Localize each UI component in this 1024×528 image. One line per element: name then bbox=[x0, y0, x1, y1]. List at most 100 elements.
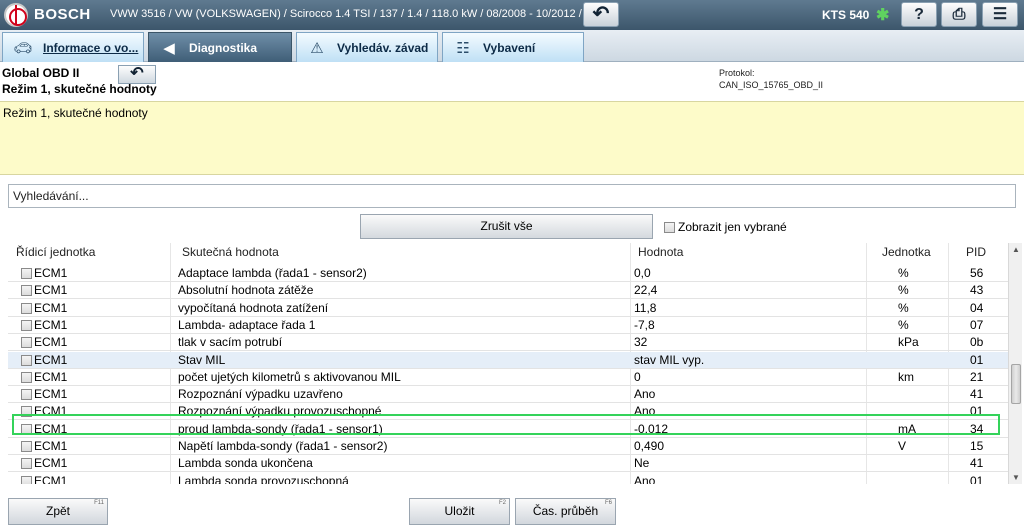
back-button[interactable]: Zpět F11 bbox=[8, 498, 108, 525]
cell-ecu: ECM1 bbox=[34, 369, 68, 384]
tab-label: Vybavení bbox=[483, 40, 536, 55]
scroll-thumb[interactable] bbox=[1011, 364, 1021, 404]
cell-name: Napětí lambda-sondy (řada1 - sensor2) bbox=[178, 439, 388, 453]
table-row[interactable]: ECM1 Napětí lambda-sondy (řada1 - sensor2… bbox=[8, 438, 1008, 455]
column-header-ecu[interactable]: Řídicí jednotka bbox=[16, 245, 95, 259]
table-row[interactable]: ECM1 Lambda sonda ukončena Ne 41 bbox=[8, 455, 1008, 473]
table-row[interactable]: ECM1 Rozpoznání výpadku provozuschopné Ano… bbox=[8, 403, 1008, 421]
cell-value: 11,8 bbox=[634, 300, 657, 315]
cell-pid: 41 bbox=[970, 387, 984, 402]
row-checkbox[interactable] bbox=[21, 337, 32, 349]
top-bar: BOSCH VWW 3516 / VW (VOLKSWAGEN) / Sciro… bbox=[0, 0, 1024, 30]
cell-unit: V bbox=[898, 439, 907, 453]
tab-vehicle-info[interactable]: 🚗︎ Informace o vo... bbox=[2, 32, 144, 62]
table-row[interactable]: ECM1 Lambda sonda provozuschopná Ano 01 bbox=[8, 473, 1008, 484]
tab-equipment[interactable]: ☷ Vybavení bbox=[442, 32, 584, 62]
cell-unit: % bbox=[898, 283, 909, 298]
protocol-value: CAN_ISO_15765_OBD_II bbox=[719, 80, 824, 90]
save-key-hint: F2 bbox=[498, 500, 506, 506]
table-row[interactable]: ECM1 počet ujetých kilometrů s aktivovano… bbox=[8, 369, 1008, 386]
row-checkbox[interactable] bbox=[21, 319, 32, 331]
cell-pid: 15 bbox=[970, 439, 984, 453]
cell-ecu: ECM1 bbox=[34, 352, 68, 367]
tab-label: Vyhledáv. závad bbox=[337, 40, 429, 55]
fault-search-icon: ⚠ bbox=[310, 39, 324, 57]
cell-ecu: ECM1 bbox=[34, 266, 68, 280]
row-checkbox[interactable] bbox=[21, 354, 32, 366]
tab-bar: 🚗︎ Informace o vo... ◀ Diagnostika ⚠ Vyh… bbox=[0, 30, 1024, 62]
cell-ecu: ECM1 bbox=[34, 404, 68, 419]
cell-value: 22,4 bbox=[634, 283, 658, 298]
cell-value: Ano bbox=[634, 404, 656, 419]
table-row[interactable]: ECM1 Rozpoznání výpadku uzavřeno Ano 41 bbox=[8, 386, 1008, 404]
cell-unit: % bbox=[898, 317, 909, 332]
row-checkbox[interactable] bbox=[21, 458, 32, 470]
cell-ecu: ECM1 bbox=[34, 439, 68, 453]
tab-fault-search[interactable]: ⚠ Vyhledáv. závad bbox=[296, 32, 438, 62]
table-row[interactable]: ECM1 proud lambda-sondy (řada1 - sensor1)… bbox=[8, 421, 1008, 438]
cell-ecu: ECM1 bbox=[34, 317, 68, 332]
bosch-logo-icon bbox=[4, 3, 28, 27]
save-button-label: Uložit bbox=[444, 504, 475, 518]
show-selected-toggle[interactable]: Zobrazit jen vybrané bbox=[664, 220, 787, 234]
scroll-up-icon[interactable]: ▲ bbox=[1009, 243, 1023, 256]
table-row[interactable]: ECM1 vypočítaná hodnota zatížení 11,8% 04 bbox=[8, 300, 1008, 317]
scroll-down-icon[interactable]: ▼ bbox=[1009, 471, 1023, 484]
table-row[interactable]: ECM1 Absolutní hodnota zátěže 22,4% 43 bbox=[8, 282, 1008, 300]
bluetooth-icon: ✱ bbox=[876, 7, 890, 24]
menu-button[interactable]: ☰ bbox=[982, 2, 1018, 27]
cell-pid: 01 bbox=[970, 404, 984, 419]
table-row[interactable]: ECM1 Stav MIL stav MIL vyp. 01 bbox=[8, 351, 1008, 369]
cell-value: -0,012 bbox=[634, 421, 669, 436]
diagnostic-plug-icon: ◀ bbox=[163, 39, 175, 57]
page-title: Global OBD II bbox=[2, 66, 80, 80]
timeline-button-label: Čas. průběh bbox=[532, 504, 599, 518]
back-key-hint: F11 bbox=[94, 500, 104, 506]
row-checkbox[interactable] bbox=[21, 371, 32, 383]
row-checkbox[interactable] bbox=[21, 268, 32, 279]
row-checkbox[interactable] bbox=[21, 441, 32, 452]
column-header-pid[interactable]: PID bbox=[966, 245, 986, 259]
cell-ecu: ECM1 bbox=[34, 335, 68, 350]
cell-unit: km bbox=[898, 369, 914, 384]
cell-ecu: ECM1 bbox=[34, 300, 68, 315]
print-button[interactable]: ⎙ bbox=[941, 2, 977, 27]
cell-pid: 01 bbox=[970, 352, 984, 367]
cell-value: Ano bbox=[634, 473, 656, 484]
cell-pid: 56 bbox=[970, 266, 984, 280]
cell-value: 0,0 bbox=[634, 266, 651, 280]
back-arrow-icon[interactable]: ↶ bbox=[118, 65, 156, 84]
timeline-key-hint: F6 bbox=[604, 500, 612, 506]
search-input[interactable]: Vyhledávání... bbox=[8, 184, 1016, 208]
vehicle-info: VWW 3516 / VW (VOLKSWAGEN) / Scirocco 1.… bbox=[110, 8, 615, 20]
table-row[interactable]: ECM1 Adaptace lambda (řada1 - sensor2) 0,0… bbox=[8, 265, 1008, 282]
row-checkbox[interactable] bbox=[21, 285, 32, 297]
cell-name: Lambda- adaptace řada 1 bbox=[178, 317, 316, 332]
back-arrow-icon[interactable]: ↶ bbox=[583, 2, 619, 27]
cell-pid: 21 bbox=[970, 369, 984, 384]
show-selected-checkbox[interactable] bbox=[664, 221, 675, 233]
clear-all-button[interactable]: Zrušit vše bbox=[360, 214, 653, 239]
column-header-unit[interactable]: Jednotka bbox=[882, 245, 931, 259]
cell-ecu: ECM1 bbox=[34, 283, 68, 298]
timeline-button[interactable]: Čas. průběh F6 bbox=[515, 498, 616, 525]
row-checkbox[interactable] bbox=[21, 389, 32, 401]
column-header-value[interactable]: Hodnota bbox=[638, 245, 683, 259]
tab-diagnostics[interactable]: ◀ Diagnostika bbox=[148, 32, 292, 62]
cell-unit: % bbox=[898, 266, 909, 280]
brand-name: BOSCH bbox=[34, 6, 91, 23]
cell-name: tlak v sacím potrubí bbox=[178, 335, 283, 350]
help-button[interactable]: ? bbox=[901, 2, 937, 27]
show-selected-label: Zobrazit jen vybrané bbox=[678, 220, 787, 234]
row-checkbox[interactable] bbox=[21, 423, 32, 435]
table-row[interactable]: ECM1 Lambda- adaptace řada 1 -7,8% 07 bbox=[8, 317, 1008, 334]
save-button[interactable]: Uložit F2 bbox=[409, 498, 510, 525]
row-checkbox[interactable] bbox=[21, 475, 32, 484]
table-row[interactable]: ECM1 tlak v sacím potrubí 32 kPa 0b bbox=[8, 334, 1008, 352]
cell-value: Ne bbox=[634, 456, 650, 471]
values-table: Řídicí jednotka Skutečná hodnota Hodnota… bbox=[8, 243, 1008, 484]
row-checkbox[interactable] bbox=[21, 406, 32, 418]
table-scrollbar[interactable]: ▲ ▼ bbox=[1008, 243, 1022, 484]
row-checkbox[interactable] bbox=[21, 302, 32, 314]
column-header-actual-value[interactable]: Skutečná hodnota bbox=[182, 245, 279, 259]
